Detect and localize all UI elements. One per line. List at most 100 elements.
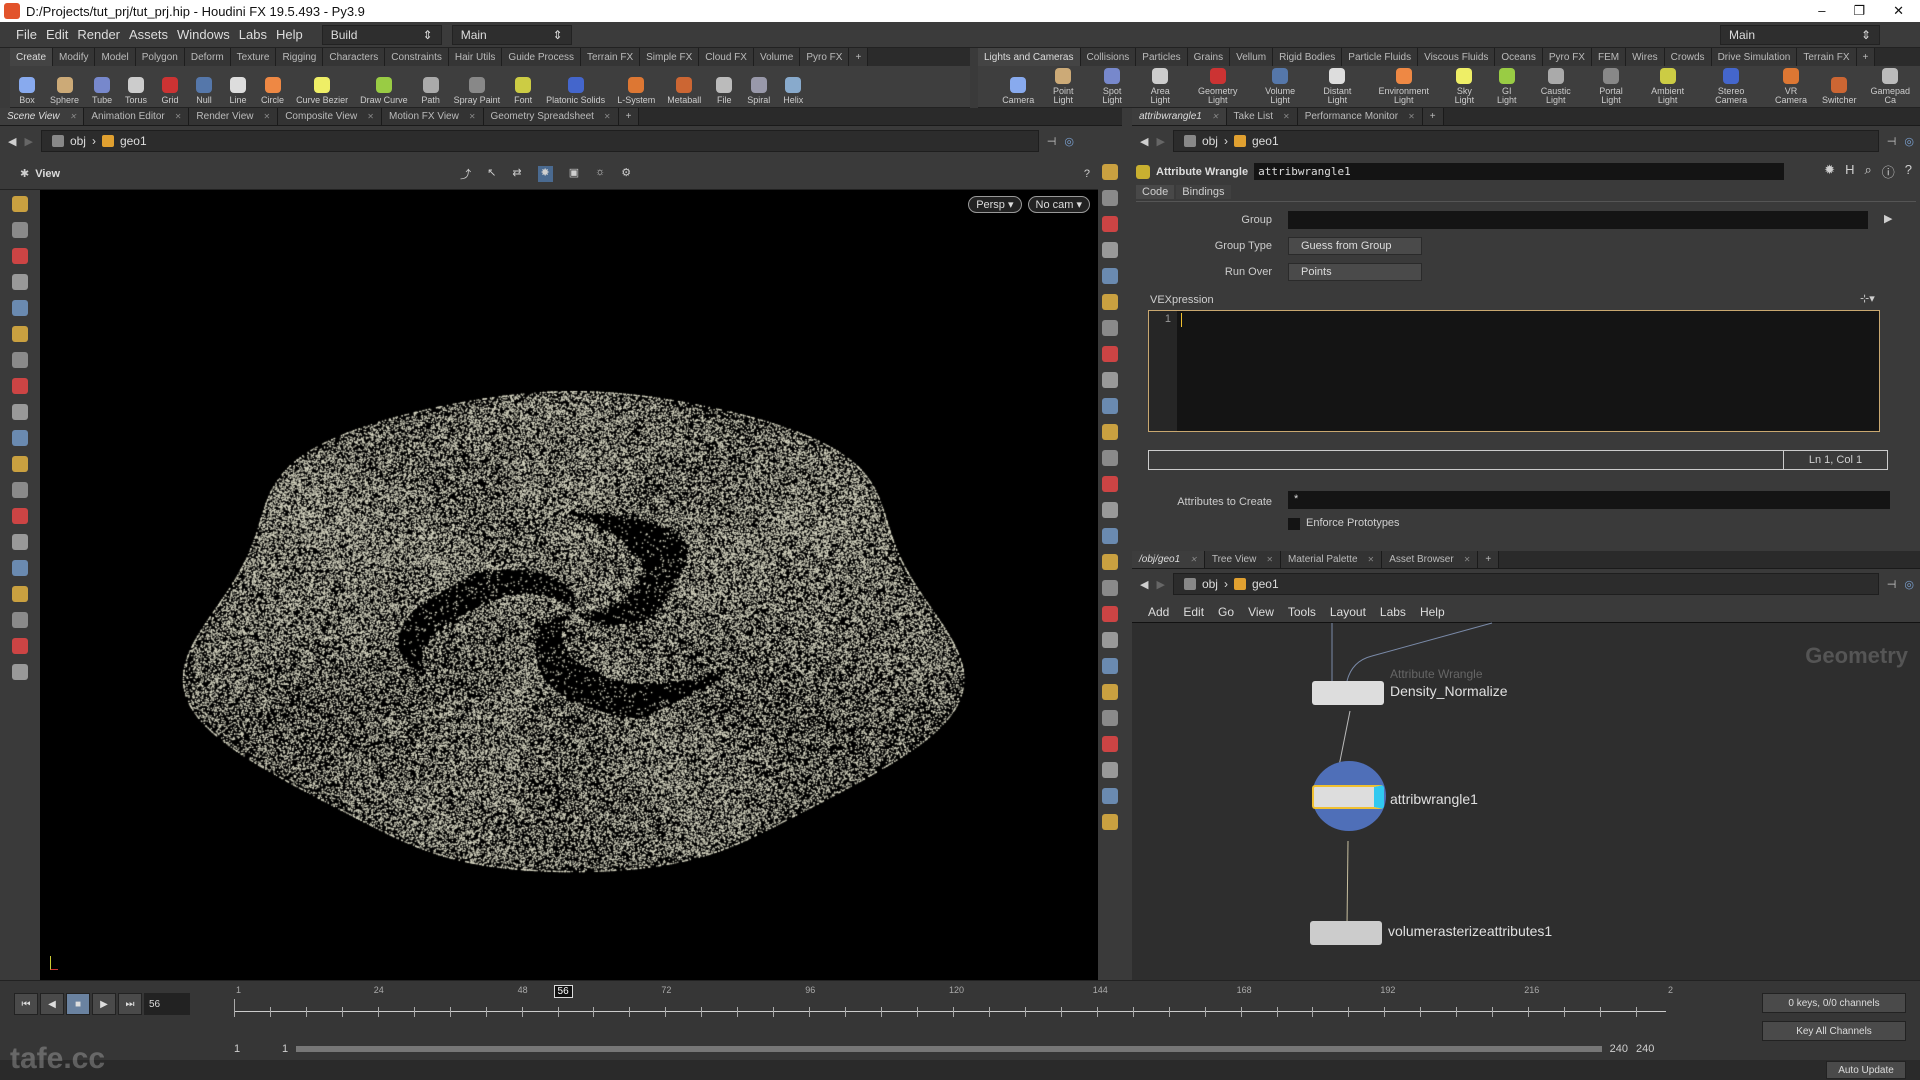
desktop-select[interactable]: Build ⇕ — [321, 24, 442, 45]
close-tab-icon[interactable]: ✕ — [469, 112, 476, 121]
menu-render[interactable]: Render — [77, 27, 120, 42]
tool-area-light[interactable]: Area Light — [1136, 68, 1184, 107]
tab-material-palette[interactable]: Material Palette ✕ — [1281, 551, 1383, 568]
tab-terrain-fx[interactable]: Terrain FX — [1797, 48, 1857, 66]
viewport-tool-icon[interactable] — [1102, 190, 1118, 206]
tool-vr-camera[interactable]: VR Camera — [1764, 68, 1818, 107]
stop-button[interactable]: ■ — [66, 993, 90, 1015]
tool-circle[interactable]: Circle — [255, 77, 290, 107]
run-over-menu[interactable]: Points — [1288, 263, 1422, 281]
tab-volume[interactable]: Volume — [753, 48, 801, 66]
viewport-tool-icon[interactable] — [1102, 294, 1118, 310]
vex-code-editor[interactable]: 1 — [1148, 310, 1880, 432]
close-tab-icon[interactable]: ✕ — [604, 112, 611, 121]
viewport-tool-icon[interactable] — [12, 222, 28, 238]
settings-icon[interactable]: ⚙ — [621, 166, 631, 182]
tab-wires[interactable]: Wires — [1626, 48, 1665, 66]
viewport-tool-icon[interactable] — [12, 248, 28, 264]
tab-deform[interactable]: Deform — [184, 48, 231, 66]
add-tab-icon[interactable]: + — [1478, 551, 1500, 568]
forward-icon[interactable]: ▶ — [1156, 578, 1164, 591]
pin-icon[interactable]: ⊣ — [1887, 135, 1897, 148]
play-button[interactable]: ▶ — [92, 993, 116, 1015]
close-tab-icon[interactable]: ✕ — [1408, 112, 1415, 121]
network-editor[interactable]: Add Edit Go View Tools Layout Labs Help Geometr… — [1132, 601, 1920, 980]
tool-stereo-camera[interactable]: Stereo Camera — [1698, 68, 1764, 107]
frame-ruler[interactable]: 1 24 48 72 96 120 144 168 192 216 2 56 — [234, 985, 1673, 1025]
tab-geometry-spreadsheet[interactable]: Geometry Spreadsheet ✕ — [483, 108, 619, 125]
viewport-tool-icon[interactable] — [1102, 762, 1118, 778]
add-tab-icon[interactable]: + — [618, 108, 640, 125]
last-frame-button[interactable]: ⏭ — [118, 993, 142, 1015]
link-icon[interactable]: ◎ — [1904, 578, 1914, 591]
viewport-tool-icon[interactable] — [1102, 554, 1118, 570]
tool-l-system[interactable]: L-System — [611, 77, 661, 107]
viewport-tool-icon[interactable] — [1102, 398, 1118, 414]
tab-grains[interactable]: Grains — [1187, 48, 1231, 66]
viewport-tool-icon[interactable] — [12, 612, 28, 628]
tool-switcher[interactable]: Switcher — [1818, 77, 1861, 107]
tab-particles[interactable]: Particles — [1136, 48, 1188, 66]
tab-tree-view[interactable]: Tree View ✕ — [1204, 551, 1282, 568]
tab-terrain-fx[interactable]: Terrain FX — [581, 48, 641, 66]
context-select[interactable]: Main ⇕ — [451, 24, 572, 45]
lights-icon[interactable]: ☼ — [595, 166, 605, 182]
tool-curve-bezier[interactable]: Curve Bezier — [290, 77, 354, 107]
enforce-prototypes-checkbox[interactable] — [1288, 518, 1300, 530]
viewport-tool-icon[interactable] — [1102, 450, 1118, 466]
pin-icon[interactable]: ⊣ — [1047, 135, 1057, 148]
tab-modify[interactable]: Modify — [53, 48, 96, 66]
link-icon[interactable]: ◎ — [1904, 135, 1914, 148]
play-back-button[interactable]: ◀ — [40, 993, 64, 1015]
tab-obj-geo1[interactable]: /obj/geo1 ✕ — [1132, 551, 1205, 568]
node-name-field[interactable]: attribwrangle1 — [1254, 163, 1785, 180]
close-tab-icon[interactable]: ✕ — [1464, 555, 1471, 564]
transform-tool-icon[interactable]: ⇄ — [512, 166, 521, 182]
tab-texture[interactable]: Texture — [230, 48, 277, 66]
tab-take-list[interactable]: Take List ✕ — [1226, 108, 1298, 125]
range-start[interactable]: 1 — [234, 1043, 274, 1055]
viewport-tool-icon[interactable] — [1102, 710, 1118, 726]
forward-icon[interactable]: ▶ — [1156, 135, 1164, 148]
viewport-tool-icon[interactable] — [12, 274, 28, 290]
tab-polygon[interactable]: Polygon — [135, 48, 185, 66]
tab-characters[interactable]: Characters — [323, 48, 386, 66]
viewport-tool-icon[interactable] — [12, 430, 28, 446]
forward-icon[interactable]: ▶ — [24, 135, 32, 148]
viewport-tool-icon[interactable] — [1102, 502, 1118, 518]
viewport-tool-icon[interactable] — [12, 378, 28, 394]
viewport-tool-icon[interactable] — [1102, 320, 1118, 336]
playback-start[interactable]: 1 — [282, 1043, 288, 1055]
tool-camera[interactable]: Camera — [998, 77, 1038, 107]
tool-spray-paint[interactable]: Spray Paint — [448, 77, 507, 107]
snapshot-icon[interactable]: ▣ — [569, 166, 579, 182]
group-type-menu[interactable]: Guess from Group — [1288, 237, 1422, 255]
node-density-normalize[interactable] — [1312, 681, 1384, 705]
help-icon[interactable]: ? — [1905, 162, 1912, 181]
crumb-obj[interactable]: obj — [70, 134, 86, 148]
viewport-tool-icon[interactable] — [12, 456, 28, 472]
maximize-button[interactable]: ❐ — [1853, 3, 1865, 19]
tab-collisions[interactable]: Collisions — [1080, 48, 1137, 66]
tab-model[interactable]: Model — [95, 48, 136, 66]
houdini-help-icon[interactable]: H — [1845, 162, 1854, 181]
menu-file[interactable]: File — [16, 27, 37, 42]
crumb-geo1[interactable]: geo1 — [120, 134, 147, 148]
tool-platonic-solids[interactable]: Platonic Solids — [540, 77, 611, 107]
viewport-tool-icon[interactable] — [1102, 164, 1118, 180]
network-path-field[interactable]: obj › geo1 — [1172, 573, 1879, 595]
tab-guide-process[interactable]: Guide Process — [502, 48, 582, 66]
persp-menu[interactable]: Persp ▾ — [968, 196, 1022, 213]
3d-viewport[interactable]: Persp ▾ No cam ▾ — [40, 190, 1098, 980]
tab-particle-fluids[interactable]: Particle Fluids — [1342, 48, 1419, 66]
tab-animation-editor[interactable]: Animation Editor ✕ — [84, 108, 190, 125]
range-end[interactable]: 240 — [1636, 1043, 1666, 1055]
pin-icon[interactable]: ⊣ — [1887, 578, 1897, 591]
info-icon[interactable]: ⓘ — [1882, 162, 1895, 181]
param-path-field[interactable]: obj › geo1 — [1172, 130, 1879, 152]
display-tool-icon[interactable]: ✸ — [537, 165, 553, 182]
tool-portal-light[interactable]: Portal Light — [1585, 68, 1637, 107]
close-tab-icon[interactable]: ✕ — [175, 112, 182, 121]
tab-pyro-fx[interactable]: Pyro FX — [1542, 48, 1592, 66]
tab-constraints[interactable]: Constraints — [385, 48, 449, 66]
